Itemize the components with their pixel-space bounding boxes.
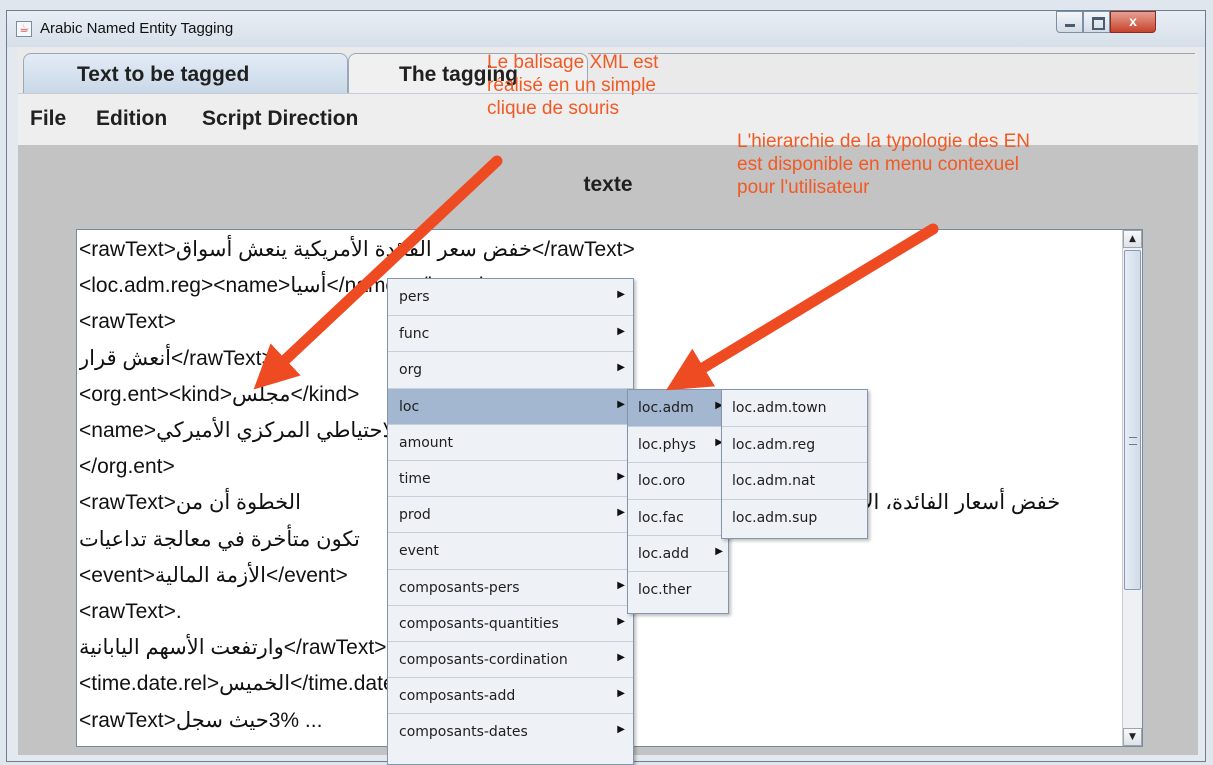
annotation-line: réalisé en un simple [487, 75, 656, 96]
annotation-line: pour l'utilisateur [737, 177, 870, 198]
arrow-to-menu-icon [666, 223, 939, 391]
arrow-to-text-icon [253, 155, 503, 390]
annotation-line: est disponible en menu contexuel [737, 154, 1020, 175]
annotation-line: L'hierarchie de la typologie des EN [737, 131, 1031, 152]
annotation-xml-click: Le balisage XML est réalisé en un simple… [487, 51, 658, 120]
annotation-line: clique de souris [487, 98, 620, 119]
annotation-hierarchy: L'hierarchie de la typologie des EN est … [737, 130, 1030, 199]
annotation-line: Le balisage XML est [487, 52, 659, 73]
